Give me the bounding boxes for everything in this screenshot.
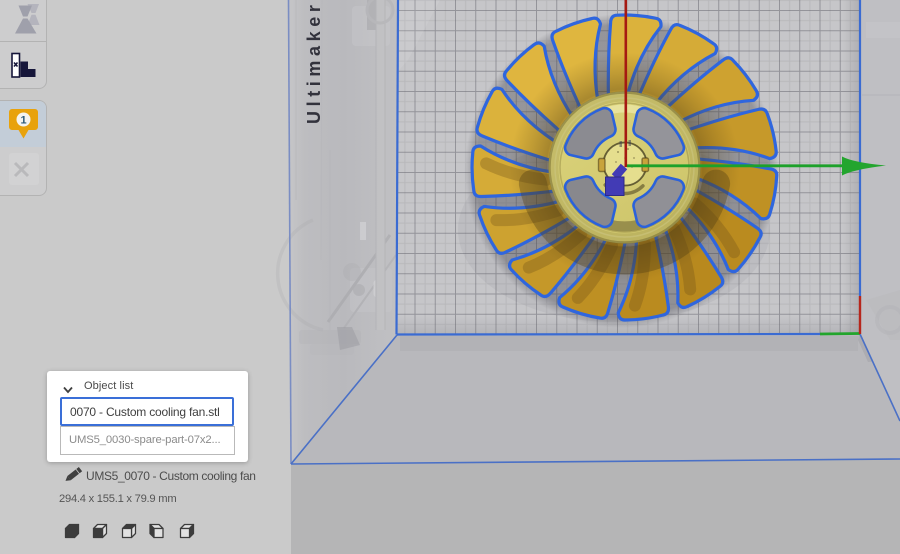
svg-text:1: 1 [20, 115, 26, 127]
svg-text:Ultimaker: Ultimaker [304, 1, 324, 124]
